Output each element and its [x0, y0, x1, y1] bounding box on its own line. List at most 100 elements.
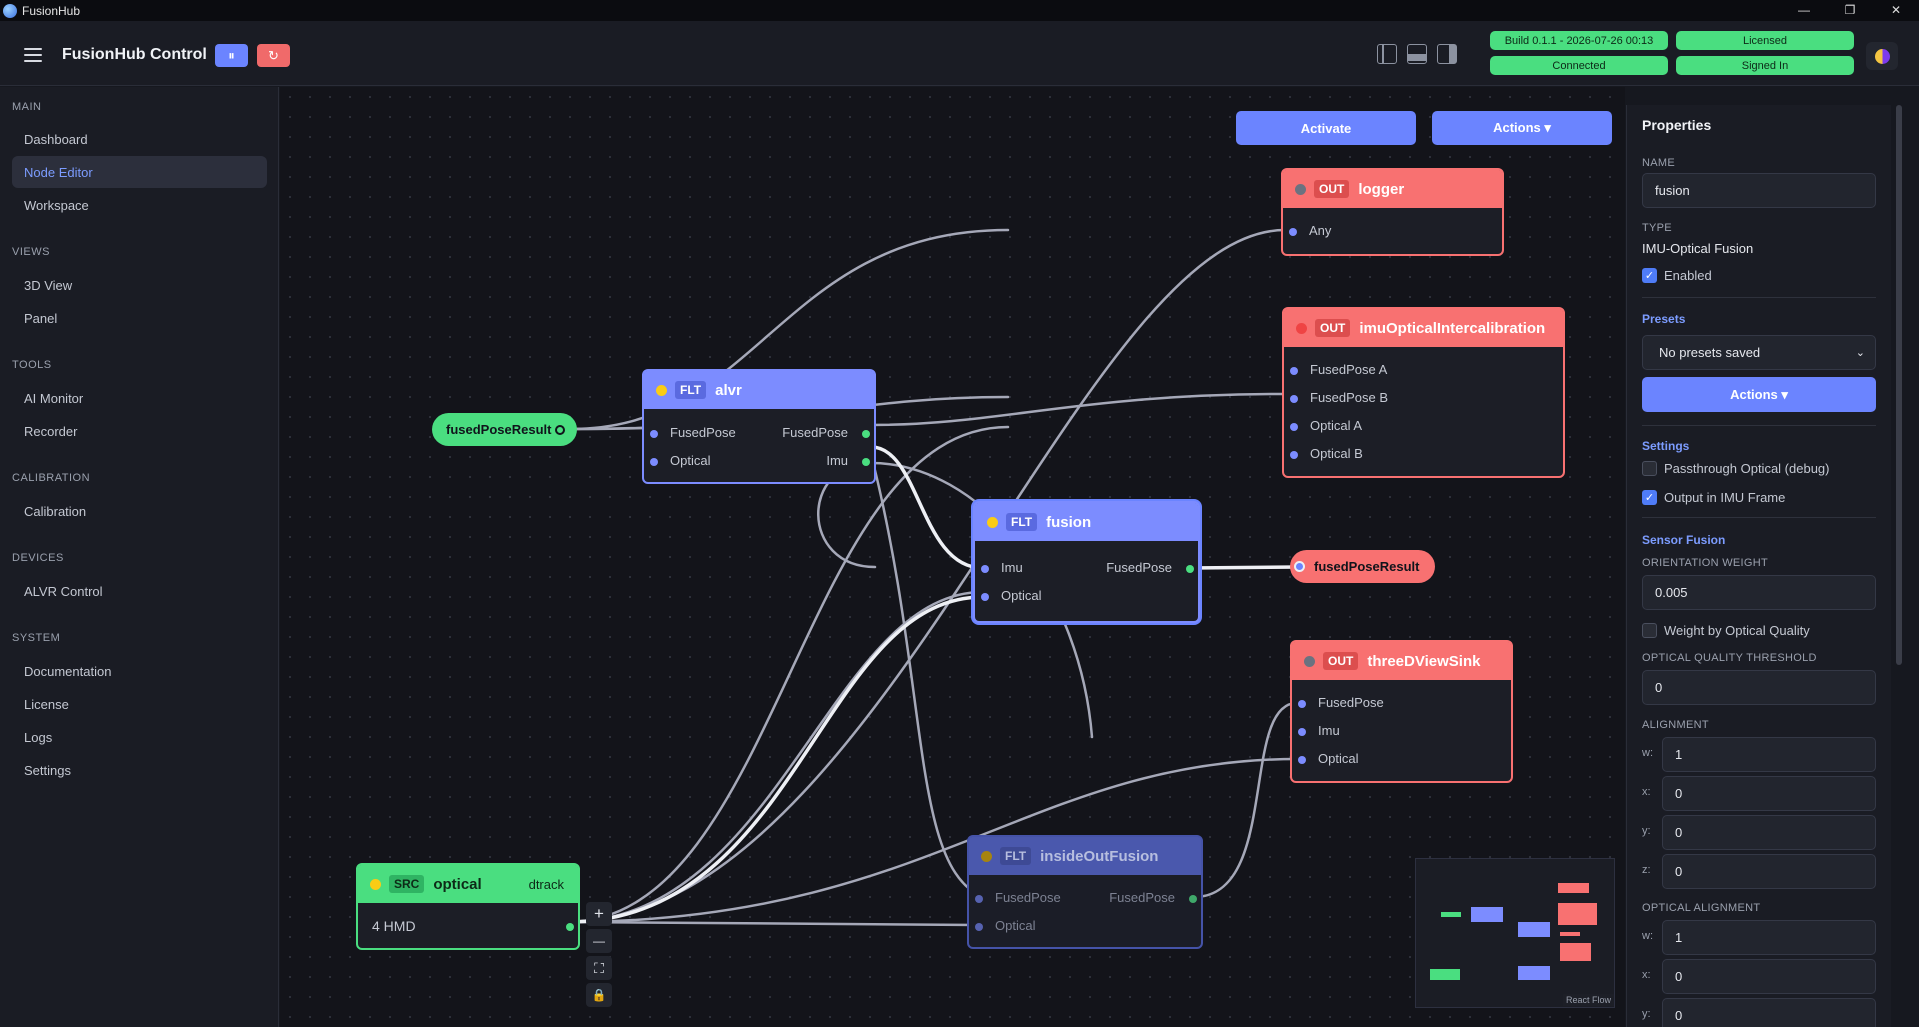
sidebar-item-3d-view[interactable]: 3D View — [12, 269, 267, 301]
license-badge: Licensed — [1676, 31, 1854, 50]
sidebar-item-node-editor[interactable]: Node Editor — [12, 156, 267, 188]
sidebar-item-dashboard[interactable]: Dashboard — [12, 123, 267, 155]
node-insideOutFusion[interactable]: FLT insideOutFusion FusedPose Optical Fu… — [967, 835, 1203, 949]
weight-optical-quality-checkbox[interactable]: Weight by Optical Quality — [1642, 623, 1810, 638]
graph-input-fusedPoseResult[interactable]: fusedPoseResult — [432, 413, 577, 446]
edge[interactable] — [1192, 701, 1299, 899]
zoom-out-button[interactable]: — — [586, 929, 612, 953]
lock-button[interactable]: 🔒 — [586, 983, 612, 1007]
input-port-dot[interactable] — [1290, 395, 1298, 403]
sidebar-item-panel[interactable]: Panel — [12, 302, 267, 334]
input-port-dot[interactable] — [650, 430, 658, 438]
sidebar-item-documentation[interactable]: Documentation — [12, 655, 267, 687]
graph-output-fusedPoseResult[interactable]: fusedPoseResult — [1290, 550, 1435, 583]
output-port-label: FusedPose — [782, 425, 848, 440]
output-port-dot[interactable] — [1189, 895, 1197, 903]
input-port-dot[interactable] — [1290, 423, 1298, 431]
alignment-x-input[interactable]: 0 — [1662, 776, 1876, 811]
input-port-dot[interactable] — [1298, 700, 1306, 708]
toggle-bottom-panel-icon[interactable] — [1407, 44, 1427, 64]
input-port-dot[interactable] — [981, 565, 989, 573]
output-port-dot[interactable] — [566, 923, 574, 931]
status-dot — [1295, 183, 1306, 195]
theme-toggle-button[interactable] — [1866, 42, 1898, 70]
build-badge: Build 0.1.1 - 2026-07-26 00:13 — [1490, 31, 1668, 50]
sidebar-item-settings[interactable]: Settings — [12, 754, 267, 786]
sidebar-item-logs[interactable]: Logs — [12, 721, 267, 753]
output-imu-frame-checkbox[interactable]: ✓ Output in IMU Frame — [1642, 490, 1785, 505]
status-dot — [370, 878, 381, 890]
output-port-dot[interactable] — [1186, 565, 1194, 573]
edge[interactable] — [565, 920, 979, 927]
input-port-dot[interactable] — [981, 593, 989, 601]
input-port-dot[interactable] — [975, 923, 983, 931]
node-fusion[interactable]: FLT fusion Imu Optical FusedPose — [973, 501, 1200, 623]
close-icon[interactable]: ✕ — [1873, 0, 1919, 21]
settings-title: Settings — [1642, 439, 1690, 453]
sidebar-item-calibration[interactable]: Calibration — [12, 495, 267, 527]
menu-icon[interactable] — [24, 48, 42, 62]
presets-select[interactable]: No presets saved ⌄ — [1642, 335, 1876, 370]
passthrough-label: Passthrough Optical (debug) — [1664, 461, 1830, 476]
canvas-actions-button[interactable]: Actions ▾ — [1432, 111, 1612, 145]
zoom-in-button[interactable]: + — [586, 902, 612, 926]
node-alvr[interactable]: FLT alvr FusedPose Optical FusedPose Imu — [642, 369, 876, 484]
toggle-left-panel-icon[interactable] — [1377, 44, 1397, 64]
alignment-y-input[interactable]: 0 — [1662, 815, 1876, 850]
node-name: fusion — [1046, 513, 1092, 531]
quality-threshold-input[interactable]: 0 — [1642, 670, 1876, 705]
input-port-dot[interactable] — [1290, 451, 1298, 459]
pause-button[interactable]: ⏸ — [215, 44, 248, 67]
input-handle[interactable] — [1294, 561, 1305, 572]
toggle-right-panel-icon[interactable] — [1437, 44, 1457, 64]
minimize-icon[interactable]: — — [1781, 0, 1827, 21]
input-port-dot[interactable] — [1289, 228, 1297, 236]
checkbox-unchecked-icon — [1642, 623, 1657, 638]
input-port-dot[interactable] — [1298, 728, 1306, 736]
presets-actions-button[interactable]: Actions ▾ — [1642, 377, 1876, 412]
output-port-dot[interactable] — [862, 430, 870, 438]
activate-button[interactable]: Activate — [1236, 111, 1416, 145]
node-subtype: dtrack — [528, 876, 564, 892]
node-name: imuOpticalIntercalibration — [1359, 319, 1546, 337]
node-threeDViewSink[interactable]: OUT threeDViewSink FusedPose Imu Optical — [1290, 640, 1513, 783]
properties-scrollbar[interactable] — [1896, 105, 1902, 665]
restart-button[interactable]: ↻ — [257, 44, 290, 67]
sidebar-item-workspace[interactable]: Workspace — [12, 189, 267, 221]
input-port-label: FusedPose A — [1310, 362, 1388, 377]
optical-alignment-x-input[interactable]: 0 — [1662, 959, 1876, 994]
orientation-weight-input[interactable]: 0.005 — [1642, 575, 1876, 610]
sidebar-item-alvr-control[interactable]: ALVR Control — [12, 575, 267, 607]
input-port-dot[interactable] — [650, 458, 658, 466]
type-value: IMU-Optical Fusion — [1642, 241, 1754, 256]
input-port-label: Any — [1309, 223, 1332, 238]
alignment-label: ALIGNMENT — [1642, 719, 1709, 731]
properties-title: Properties — [1642, 117, 1712, 133]
passthrough-optical-checkbox[interactable]: Passthrough Optical (debug) — [1642, 461, 1829, 476]
node-optical[interactable]: SRC optical dtrack 4 HMD — [356, 863, 580, 950]
input-port-dot[interactable] — [975, 895, 983, 903]
optical-alignment-y-input[interactable]: 0 — [1662, 998, 1876, 1027]
output-port-dot[interactable] — [862, 458, 870, 466]
input-port-dot[interactable] — [1290, 367, 1298, 375]
node-logger[interactable]: OUT logger Any — [1281, 168, 1504, 256]
edge-active[interactable] — [1187, 565, 1300, 570]
node-imuOpticalIntercalibration[interactable]: OUT imuOpticalIntercalibration FusedPose… — [1282, 307, 1565, 478]
react-flow-attribution[interactable]: React Flow — [1563, 994, 1615, 1006]
fit-view-button[interactable]: ⛶ — [586, 956, 612, 980]
maximize-icon[interactable]: ❐ — [1827, 0, 1873, 21]
input-port-label: Optical A — [1310, 418, 1363, 433]
sidebar-item-license[interactable]: License — [12, 688, 267, 720]
optical-alignment-w-input[interactable]: 1 — [1662, 920, 1876, 955]
minimap-node — [1441, 912, 1461, 917]
sidebar-item-recorder[interactable]: Recorder — [12, 415, 267, 447]
minimap[interactable] — [1415, 858, 1615, 1008]
enabled-checkbox[interactable]: ✓ Enabled — [1642, 268, 1712, 283]
output-handle[interactable] — [555, 425, 565, 435]
name-input[interactable]: fusion — [1642, 173, 1876, 208]
alignment-w-input[interactable]: 1 — [1662, 737, 1876, 772]
sidebar-item-ai-monitor[interactable]: AI Monitor — [12, 382, 267, 414]
node-editor-canvas[interactable]: Activate Actions ▾ fusedPoseResult fused… — [280, 87, 1625, 1027]
alignment-z-input[interactable]: 0 — [1662, 854, 1876, 889]
input-port-dot[interactable] — [1298, 756, 1306, 764]
